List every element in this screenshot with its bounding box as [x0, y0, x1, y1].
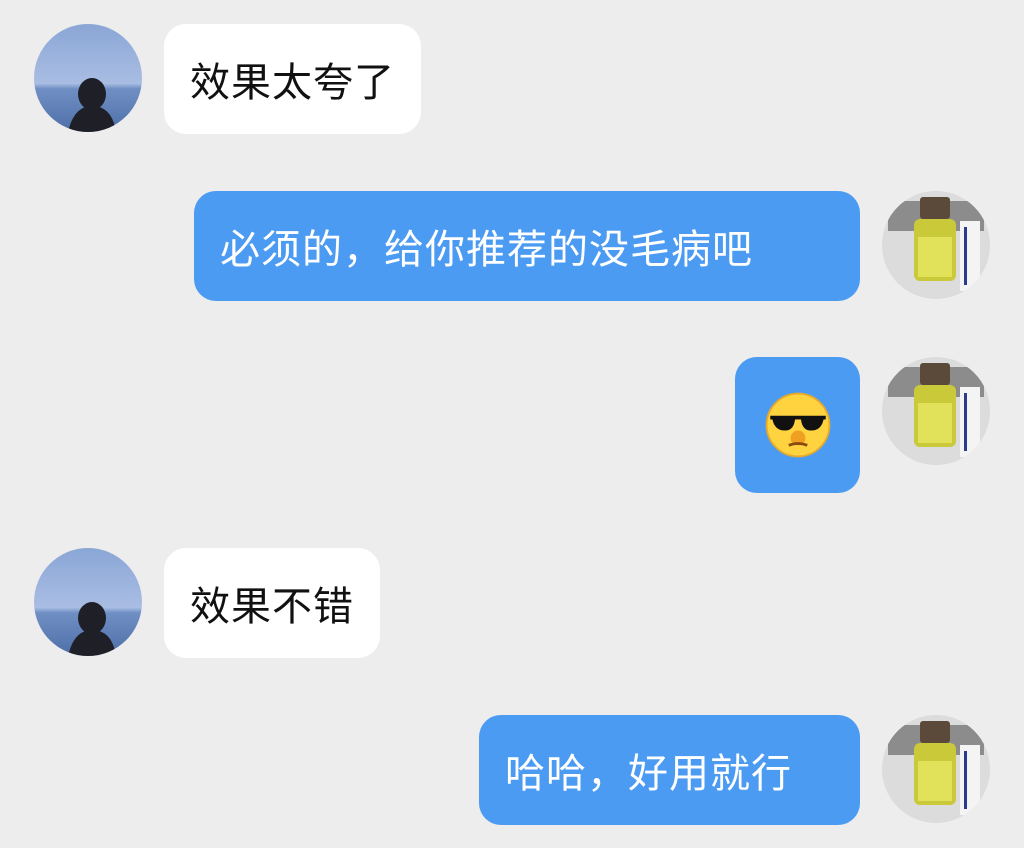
oil-bottle-product-avatar-icon — [882, 715, 990, 823]
message-text: 必须的，给你推荐的没毛病吧 — [220, 227, 753, 273]
message-text: 哈哈，好用就行 — [505, 751, 792, 797]
oil-bottle-product-avatar-icon — [882, 357, 990, 465]
message-text: 效果太夸了 — [190, 60, 395, 106]
contact-avatar[interactable] — [34, 548, 142, 656]
my-avatar[interactable] — [882, 191, 990, 299]
my-avatar[interactable] — [882, 357, 990, 465]
ocean-silhouette-avatar-icon — [34, 24, 142, 132]
oil-bottle-product-avatar-icon — [882, 191, 990, 299]
cool-sunglasses-emoji-icon — [765, 392, 830, 458]
my-avatar[interactable] — [882, 715, 990, 823]
contact-avatar[interactable] — [34, 24, 142, 132]
ocean-silhouette-avatar-icon — [34, 548, 142, 656]
sticker-bubble-outgoing[interactable] — [735, 357, 860, 493]
message-text: 效果不错 — [190, 584, 354, 630]
message-bubble-outgoing[interactable]: 必须的，给你推荐的没毛病吧 — [194, 191, 860, 301]
message-bubble-outgoing[interactable]: 哈哈，好用就行 — [479, 715, 860, 825]
message-bubble-incoming[interactable]: 效果不错 — [164, 548, 380, 658]
message-bubble-incoming[interactable]: 效果太夸了 — [164, 24, 421, 134]
